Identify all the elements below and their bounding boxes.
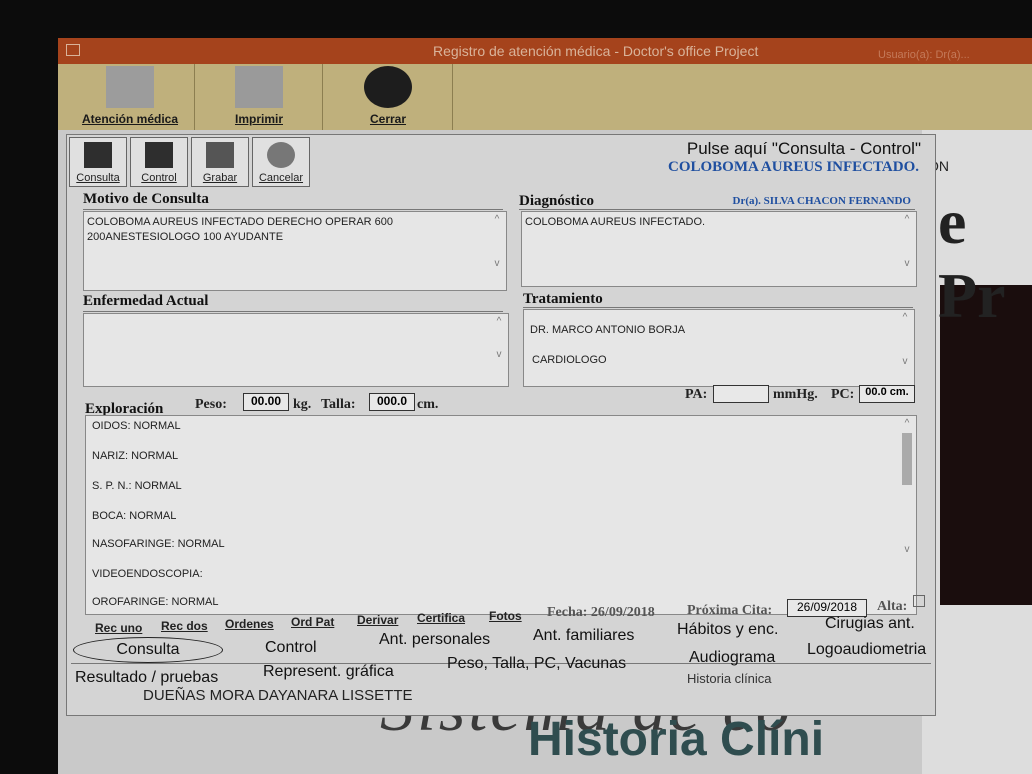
tab-logoaudiometria[interactable]: Logoaudiometria xyxy=(807,641,926,659)
consulta-button[interactable]: Consulta xyxy=(69,137,127,187)
toolbar-atencion-button[interactable]: Atención médica xyxy=(66,64,195,130)
fecha-label: Fecha: 26/09/2018 xyxy=(547,605,655,620)
diagnostico-label: Diagnóstico xyxy=(519,193,594,209)
exploracion-line: BOCA: NORMAL xyxy=(92,510,177,522)
motivo-text: COLOBOMA AUREUS INFECTADO DERECHO OPERAR… xyxy=(87,216,397,243)
tratamiento-scrollbar[interactable]: ^ v xyxy=(898,312,912,384)
divider xyxy=(83,209,503,210)
peso-label: Peso: xyxy=(195,397,227,412)
grabar-button[interactable]: Grabar xyxy=(191,137,249,187)
kg-label: kg. xyxy=(293,397,312,412)
diagnostico-textarea[interactable]: COLOBOMA AUREUS INFECTADO. ^ v xyxy=(521,211,917,287)
tratamiento-line: CARDIOLOGO xyxy=(532,354,607,366)
tab-resultado[interactable]: Resultado / pruebas xyxy=(75,669,218,687)
title-bar: Registro de atención médica - Doctor's o… xyxy=(58,38,1032,64)
tab-peso-talla[interactable]: Peso, Talla, PC, Vacunas xyxy=(447,655,626,673)
toolbar-cerrar-button[interactable]: Cerrar xyxy=(324,64,453,130)
toolbar-atencion-label: Atención médica xyxy=(81,112,179,126)
grabar-button-label: Grabar xyxy=(202,172,238,184)
talla-input[interactable]: 000.0 xyxy=(369,393,415,411)
consulta-button-label: Consulta xyxy=(76,172,120,184)
exploracion-line: OROFARINGE: NORMAL xyxy=(92,596,219,608)
rec-dos-button[interactable]: Rec dos xyxy=(161,619,208,633)
ord-pat-button[interactable]: Ord Pat xyxy=(291,615,334,629)
exploracion-scrollbar[interactable]: ^ v xyxy=(900,418,914,612)
cancel-icon xyxy=(267,142,295,168)
tratamiento-textarea[interactable]: DR. MARCO ANTONIO BORJA CARDIOLOGO ^ v xyxy=(523,309,915,387)
pc-input[interactable]: 00.0 cm. xyxy=(859,385,915,403)
pa-label: PA: xyxy=(685,387,708,402)
motivo-label: Motivo de Consulta xyxy=(83,191,209,207)
control-button[interactable]: Control xyxy=(130,137,188,187)
splash-historia-text: Historia Clíni xyxy=(528,713,825,766)
diagnostico-text: COLOBOMA AUREUS INFECTADO. xyxy=(525,216,706,228)
alta-checkbox[interactable] xyxy=(913,595,925,607)
exploracion-line: NASOFARINGE: NORMAL xyxy=(92,538,225,550)
tab-represent-grafica[interactable]: Represent. gráfica xyxy=(263,663,394,681)
save-icon xyxy=(206,142,234,168)
control-button-label: Control xyxy=(141,172,177,184)
splash-pr-text: e Pr xyxy=(938,186,1006,331)
pc-label: PC: xyxy=(831,387,855,402)
tab-consulta[interactable]: Consulta xyxy=(73,637,223,663)
certifica-button[interactable]: Certifica xyxy=(417,611,465,625)
close-icon xyxy=(364,66,412,108)
divider xyxy=(83,311,503,312)
divider xyxy=(523,307,913,308)
cancelar-button-label: Cancelar xyxy=(258,172,304,184)
alta-label: Alta: xyxy=(877,599,908,614)
diagnosis-header: COLOBOMA AUREUS INFECTADO. xyxy=(667,159,919,175)
tab-ant-familiares[interactable]: Ant. familiares xyxy=(533,627,634,645)
exploracion-line: NARIZ: NORMAL xyxy=(92,450,179,462)
tab-ant-personales[interactable]: Ant. personales xyxy=(379,631,490,649)
tab-cirugias[interactable]: Cirugias ant. xyxy=(825,615,915,633)
tab-habitos[interactable]: Hábitos y enc. xyxy=(677,621,778,639)
talla-label: Talla: xyxy=(321,397,356,412)
peso-input[interactable]: 00.00 xyxy=(243,393,289,411)
tab-audiograma[interactable]: Audiograma xyxy=(689,649,775,667)
rec-uno-button[interactable]: Rec uno xyxy=(95,621,142,635)
cm-label: cm. xyxy=(417,397,439,412)
tratamiento-line: DR. MARCO ANTONIO BORJA xyxy=(530,324,686,336)
exploracion-line: S. P. N.: NORMAL xyxy=(92,480,182,492)
toolbar-imprimir-button[interactable]: Imprimir xyxy=(196,64,323,130)
system-menu-icon[interactable] xyxy=(66,44,80,56)
ordenes-button[interactable]: Ordenes xyxy=(225,617,274,631)
diagnostico-scrollbar[interactable]: ^ v xyxy=(900,214,914,284)
printer-icon xyxy=(235,66,283,108)
motivo-scrollbar[interactable]: ^ v xyxy=(490,214,504,288)
control-icon xyxy=(145,142,173,168)
consultation-dialog: Consulta Control Grabar Cancelar Pulse a… xyxy=(66,134,936,716)
doctor-name: Dr(a). SILVA CHACON FERNANDO xyxy=(732,195,911,207)
mmhg-label: mmHg. xyxy=(773,387,818,402)
toolbar-cerrar-label: Cerrar xyxy=(369,112,407,126)
medical-care-icon xyxy=(106,66,154,108)
splash-image xyxy=(940,285,1032,605)
tratamiento-label: Tratamiento xyxy=(523,291,603,307)
fotos-button[interactable]: Fotos xyxy=(489,609,522,623)
consulta-icon xyxy=(84,142,112,168)
window-title: Registro de atención médica - Doctor's o… xyxy=(433,43,759,59)
consulta-control-hint[interactable]: Pulse aquí "Consulta - Control" xyxy=(687,139,921,159)
exploracion-line: VIDEOENDOSCOPIA: xyxy=(92,568,203,580)
derivar-button[interactable]: Derivar xyxy=(357,613,398,627)
pa-input[interactable] xyxy=(713,385,769,403)
divider xyxy=(519,209,915,210)
toolbar-imprimir-label: Imprimir xyxy=(234,112,283,126)
enfermedad-textarea[interactable]: ^ v xyxy=(83,313,509,387)
tab-control[interactable]: Control xyxy=(265,639,317,657)
enfermedad-label: Enfermedad Actual xyxy=(83,293,209,309)
cancelar-button[interactable]: Cancelar xyxy=(252,137,310,187)
motivo-textarea[interactable]: COLOBOMA AUREUS INFECTADO DERECHO OPERAR… xyxy=(83,211,507,291)
exploracion-textarea[interactable]: OIDOS: NORMAL NARIZ: NORMAL S. P. N.: NO… xyxy=(85,415,917,615)
exploracion-line: OIDOS: NORMAL xyxy=(92,420,181,432)
historia-clinica-label: Historia clínica xyxy=(687,671,772,686)
proxima-label: Próxima Cita: xyxy=(687,603,773,618)
patient-name: DUEÑAS MORA DAYANARA LISSETTE xyxy=(143,687,413,704)
enfermedad-scrollbar[interactable]: ^ v xyxy=(492,316,506,384)
